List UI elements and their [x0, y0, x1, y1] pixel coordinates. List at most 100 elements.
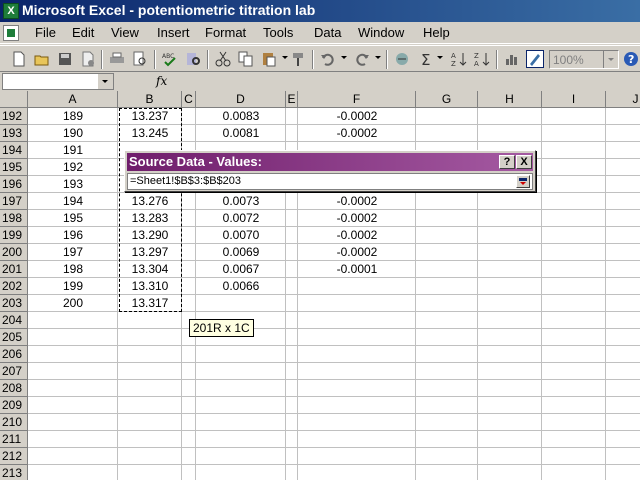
cell-d192[interactable]: 0.0083 — [196, 108, 286, 125]
research-icon[interactable] — [184, 50, 202, 68]
drawing-icon[interactable] — [526, 50, 544, 68]
cell-f200[interactable]: -0.0002 — [298, 244, 416, 261]
cell-d199[interactable]: 0.0070 — [196, 227, 286, 244]
paste-icon[interactable] — [260, 50, 278, 68]
paste-dropdown-icon[interactable] — [282, 56, 288, 59]
row-header-197[interactable]: 197 — [0, 193, 28, 210]
row-header-205[interactable]: 205 — [0, 329, 28, 346]
cell-d200[interactable]: 0.0069 — [196, 244, 286, 261]
dialog-close-button[interactable]: X — [516, 155, 532, 169]
sort-descending-icon[interactable]: ZA — [473, 50, 491, 68]
cell-f198[interactable]: -0.0002 — [298, 210, 416, 227]
column-header-i[interactable]: I — [542, 91, 606, 108]
row-header-196[interactable]: 196 — [0, 176, 28, 193]
cell-d203[interactable] — [196, 295, 286, 312]
undo-icon[interactable] — [319, 50, 337, 68]
row-header-201[interactable]: 201 — [0, 261, 28, 278]
column-header-d[interactable]: D — [196, 91, 286, 108]
menu-file[interactable]: File — [35, 25, 56, 41]
cell-f197[interactable]: -0.0002 — [298, 193, 416, 210]
row-header-207[interactable]: 207 — [0, 363, 28, 380]
cell-a196[interactable]: 193 — [28, 176, 118, 193]
row-header-193[interactable]: 193 — [0, 125, 28, 142]
cell-a198[interactable]: 195 — [28, 210, 118, 227]
row-header-208[interactable]: 208 — [0, 380, 28, 397]
cell-f201[interactable]: -0.0001 — [298, 261, 416, 278]
formula-input[interactable] — [176, 73, 640, 90]
redo-icon[interactable] — [353, 50, 371, 68]
row-header-203[interactable]: 203 — [0, 295, 28, 312]
spelling-icon[interactable]: ABC — [161, 50, 179, 68]
chart-wizard-icon[interactable] — [503, 50, 521, 68]
column-header-a[interactable]: A — [28, 91, 118, 108]
row-header-206[interactable]: 206 — [0, 346, 28, 363]
open-icon[interactable] — [33, 50, 51, 68]
row-header-213[interactable]: 213 — [0, 465, 28, 480]
row-header-194[interactable]: 194 — [0, 142, 28, 159]
row-header-210[interactable]: 210 — [0, 414, 28, 431]
column-header-e[interactable]: E — [286, 91, 298, 108]
cell-a193[interactable]: 190 — [28, 125, 118, 142]
menu-view[interactable]: View — [111, 25, 139, 41]
menu-window[interactable]: Window — [358, 25, 404, 41]
menu-help[interactable]: Help — [423, 25, 450, 41]
column-header-c[interactable]: C — [182, 91, 196, 108]
row-header-195[interactable]: 195 — [0, 159, 28, 176]
help-icon[interactable]: ? — [622, 50, 640, 68]
row-header-211[interactable]: 211 — [0, 431, 28, 448]
cell-f193[interactable]: -0.0002 — [298, 125, 416, 142]
copy-icon[interactable] — [237, 50, 255, 68]
autosum-icon[interactable]: Σ — [418, 50, 436, 68]
column-header-b[interactable]: B — [118, 91, 182, 108]
zoom-dropdown-icon[interactable] — [603, 51, 618, 68]
new-icon[interactable] — [10, 50, 28, 68]
excel-icon[interactable]: X — [3, 3, 19, 19]
row-header-202[interactable]: 202 — [0, 278, 28, 295]
row-header-209[interactable]: 209 — [0, 397, 28, 414]
cell-a202[interactable]: 199 — [28, 278, 118, 295]
menu-edit[interactable]: Edit — [72, 25, 94, 41]
row-header-212[interactable]: 212 — [0, 448, 28, 465]
autosum-dropdown-icon[interactable] — [437, 56, 443, 59]
row-header-204[interactable]: 204 — [0, 312, 28, 329]
hyperlink-icon[interactable] — [393, 50, 411, 68]
column-header-h[interactable]: H — [478, 91, 542, 108]
sort-ascending-icon[interactable]: AZ — [450, 50, 468, 68]
column-header-j[interactable]: J — [606, 91, 640, 108]
menu-format[interactable]: Format — [205, 25, 246, 41]
row-header-192[interactable]: 192 — [0, 108, 28, 125]
row-header-199[interactable]: 199 — [0, 227, 28, 244]
cell-a194[interactable]: 191 — [28, 142, 118, 159]
menu-tools[interactable]: Tools — [263, 25, 293, 41]
zoom-combo[interactable]: 100% — [549, 50, 619, 69]
workbook-icon[interactable] — [3, 25, 19, 41]
cell-a200[interactable]: 197 — [28, 244, 118, 261]
cell-f192[interactable]: -0.0002 — [298, 108, 416, 125]
cell-a192[interactable]: 189 — [28, 108, 118, 125]
print-icon[interactable] — [108, 50, 126, 68]
insert-function-icon[interactable]: fx — [156, 74, 167, 88]
print-preview-icon[interactable] — [131, 50, 149, 68]
cell-a199[interactable]: 196 — [28, 227, 118, 244]
select-all-corner[interactable] — [0, 91, 28, 108]
column-header-f[interactable]: F — [298, 91, 416, 108]
cell-a195[interactable]: 192 — [28, 159, 118, 176]
expand-dialog-icon[interactable] — [516, 175, 530, 188]
format-painter-icon[interactable] — [290, 50, 308, 68]
row-header-200[interactable]: 200 — [0, 244, 28, 261]
redo-dropdown-icon[interactable] — [375, 56, 381, 59]
cell-a203[interactable]: 200 — [28, 295, 118, 312]
menu-data[interactable]: Data — [314, 25, 341, 41]
cut-icon[interactable] — [214, 50, 232, 68]
permission-icon[interactable] — [79, 50, 97, 68]
cell-d201[interactable]: 0.0067 — [196, 261, 286, 278]
cell-d202[interactable]: 0.0066 — [196, 278, 286, 295]
cell-a201[interactable]: 198 — [28, 261, 118, 278]
cell-f203[interactable] — [298, 295, 416, 312]
menu-insert[interactable]: Insert — [157, 25, 190, 41]
cell-d193[interactable]: 0.0081 — [196, 125, 286, 142]
dialog-help-button[interactable]: ? — [499, 155, 515, 169]
cell-a197[interactable]: 194 — [28, 193, 118, 210]
cell-f202[interactable] — [298, 278, 416, 295]
undo-dropdown-icon[interactable] — [341, 56, 347, 59]
